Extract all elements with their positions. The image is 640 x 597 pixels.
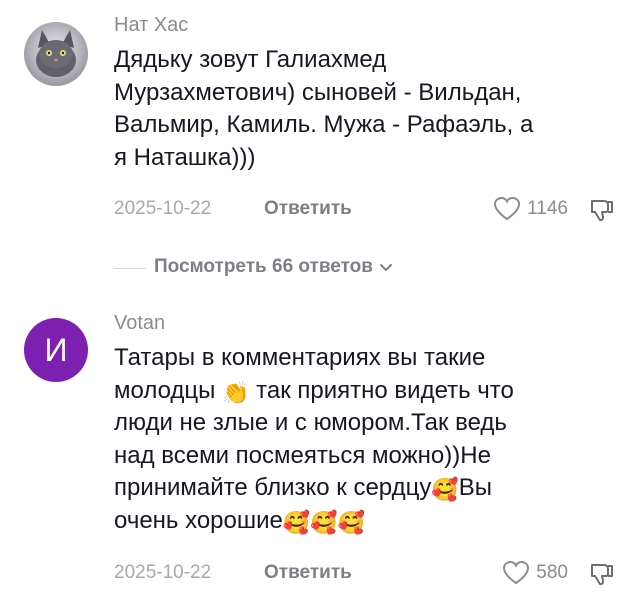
comment-username[interactable]: Votan [114, 312, 165, 335]
comment-text-line: над всеми посмеяться можно))Не [114, 441, 491, 469]
view-replies-row[interactable]: Посмотреть 66 ответов [0, 256, 640, 280]
comment-username[interactable]: Нат Хас [114, 14, 188, 37]
smiling-face-with-hearts-emoji: 🥰 [310, 509, 338, 535]
replies-divider [114, 268, 146, 269]
reply-button[interactable]: Ответить [264, 562, 352, 584]
smiling-face-with-hearts-emoji: 🥰 [337, 509, 366, 535]
comment-text-segment: принимайте близко к сердцу [114, 474, 432, 501]
like-button[interactable]: 1146 [493, 196, 568, 222]
comment-text-line: очень хорошие🥰🥰🥰 [114, 505, 614, 538]
dislike-button[interactable] [588, 196, 616, 229]
comment-text-segment: очень хорошие [114, 506, 283, 534]
comment-text-line: Татары в комментариях вы такие [114, 344, 486, 371]
avatar-letter[interactable]: И [24, 318, 88, 382]
comment-text-line: люди не злые и с юмором.Так ведь [114, 409, 507, 436]
like-count: 580 [536, 562, 568, 583]
dislike-thumb-icon [591, 564, 613, 586]
comment-text-segment: Вы [458, 474, 493, 501]
like-count: 1146 [527, 198, 568, 219]
comment-text-line: Дядьку зовут Галиахмед [114, 46, 387, 73]
reply-button[interactable]: Ответить [264, 198, 352, 220]
smiling-face-with-hearts-emoji: 🥰 [431, 477, 459, 502]
clapping-hands-emoji: 👏 [222, 379, 250, 405]
comment-text-line: я Наташка))) [114, 143, 256, 171]
chevron-down-icon [379, 264, 392, 271]
comment-text-line: Вальмир, Камиль. Мужа - Рафаэль, а [114, 111, 534, 138]
avatar-initial: И [44, 331, 68, 368]
avatar-cat-image[interactable] [24, 22, 88, 86]
cat-avatar-image [36, 30, 76, 77]
heart-outline-icon [503, 560, 530, 585]
comment-text-line: Мурзахметович) сыновей - Вильдан, [114, 78, 522, 106]
smiling-face-with-hearts-emoji: 🥰 [282, 509, 311, 535]
dislike-button[interactable] [588, 560, 616, 593]
comment-text: Дядьку зовут Галиахмед Мурзахметович) сы… [114, 44, 614, 174]
comment-text-segment: молодцы [114, 376, 216, 404]
comment-date: 2025-10-22 [114, 198, 212, 219]
view-replies-button[interactable]: Посмотреть 66 ответов [154, 256, 393, 278]
like-button[interactable]: 580 [502, 560, 568, 586]
dislike-thumb-icon [591, 200, 613, 222]
heart-outline-icon [494, 196, 521, 221]
comment-text-line: принимайте близко к сердцу🥰Вы [114, 472, 614, 505]
comment-text-segment: так приятно видеть что [256, 376, 514, 404]
view-replies-label: Посмотреть 66 ответов [154, 256, 373, 277]
comment-text-line: молодцы 👏 так приятно видеть что [114, 375, 614, 408]
comment-text: Татары в комментариях вы такие молодцы 👏… [114, 342, 614, 537]
comment-date: 2025-10-22 [114, 562, 212, 583]
